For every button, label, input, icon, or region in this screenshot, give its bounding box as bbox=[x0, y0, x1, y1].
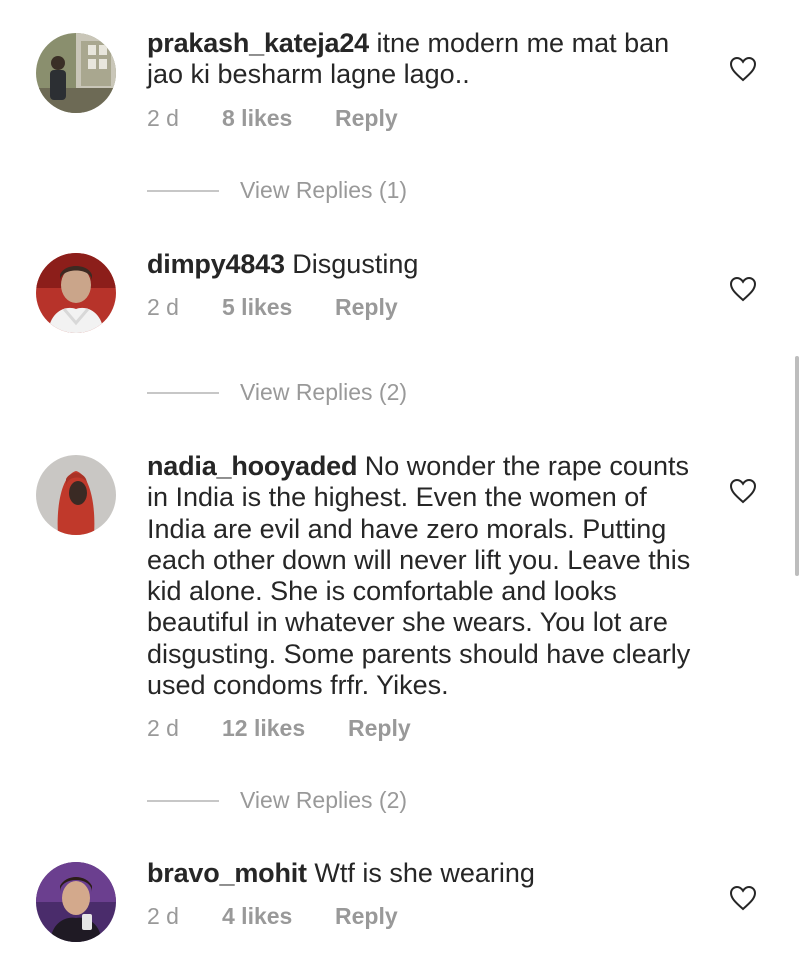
reply-button[interactable]: Reply bbox=[335, 292, 398, 322]
comment-text: nadia_hooyaded No wonder the rape counts… bbox=[147, 451, 707, 701]
heart-outline-icon[interactable] bbox=[729, 56, 757, 82]
heart-outline-icon[interactable] bbox=[729, 885, 757, 911]
comment-text: dimpy4843 Disgusting bbox=[147, 249, 707, 280]
avatar[interactable] bbox=[36, 862, 116, 942]
comment-body: Disgusting bbox=[292, 249, 419, 279]
comment-likes[interactable]: 4 likes bbox=[222, 901, 292, 931]
comment-username[interactable]: bravo_mohit bbox=[147, 858, 307, 888]
heart-outline-icon[interactable] bbox=[729, 276, 757, 302]
scrollbar[interactable] bbox=[795, 356, 799, 576]
comment-username[interactable]: dimpy4843 bbox=[147, 249, 285, 279]
comment-body: No wonder the rape counts in India is th… bbox=[147, 451, 691, 701]
view-replies-button[interactable]: View Replies (2) bbox=[147, 785, 467, 815]
comment-body: Wtf is she wearing bbox=[314, 858, 535, 888]
comment-time: 2 d bbox=[147, 294, 179, 320]
reply-button[interactable]: Reply bbox=[335, 103, 398, 133]
comment-time: 2 d bbox=[147, 105, 179, 131]
comment-text: prakash_kateja24 itne modern me mat ban … bbox=[147, 28, 707, 91]
comment-username[interactable]: prakash_kateja24 bbox=[147, 28, 369, 58]
comment-username[interactable]: nadia_hooyaded bbox=[147, 451, 357, 481]
replies-divider bbox=[147, 190, 219, 192]
comment-time: 2 d bbox=[147, 903, 179, 929]
avatar[interactable] bbox=[36, 455, 116, 535]
comment-likes[interactable]: 12 likes bbox=[222, 713, 305, 743]
avatar[interactable] bbox=[36, 33, 116, 113]
comment-time: 2 d bbox=[147, 715, 179, 741]
view-replies-label: View Replies (2) bbox=[240, 379, 408, 405]
replies-divider bbox=[147, 800, 219, 802]
view-replies-label: View Replies (1) bbox=[240, 177, 408, 203]
reply-button[interactable]: Reply bbox=[335, 901, 398, 931]
view-replies-label: View Replies (2) bbox=[240, 787, 408, 813]
view-replies-button[interactable]: View Replies (2) bbox=[147, 377, 467, 407]
comment-text: bravo_mohit Wtf is she wearing bbox=[147, 858, 707, 889]
comment-likes[interactable]: 5 likes bbox=[222, 292, 292, 322]
heart-outline-icon[interactable] bbox=[729, 478, 757, 504]
replies-divider bbox=[147, 392, 219, 394]
comment-likes[interactable]: 8 likes bbox=[222, 103, 292, 133]
avatar[interactable] bbox=[36, 253, 116, 333]
view-replies-button[interactable]: View Replies (1) bbox=[147, 175, 467, 205]
reply-button[interactable]: Reply bbox=[348, 713, 411, 743]
